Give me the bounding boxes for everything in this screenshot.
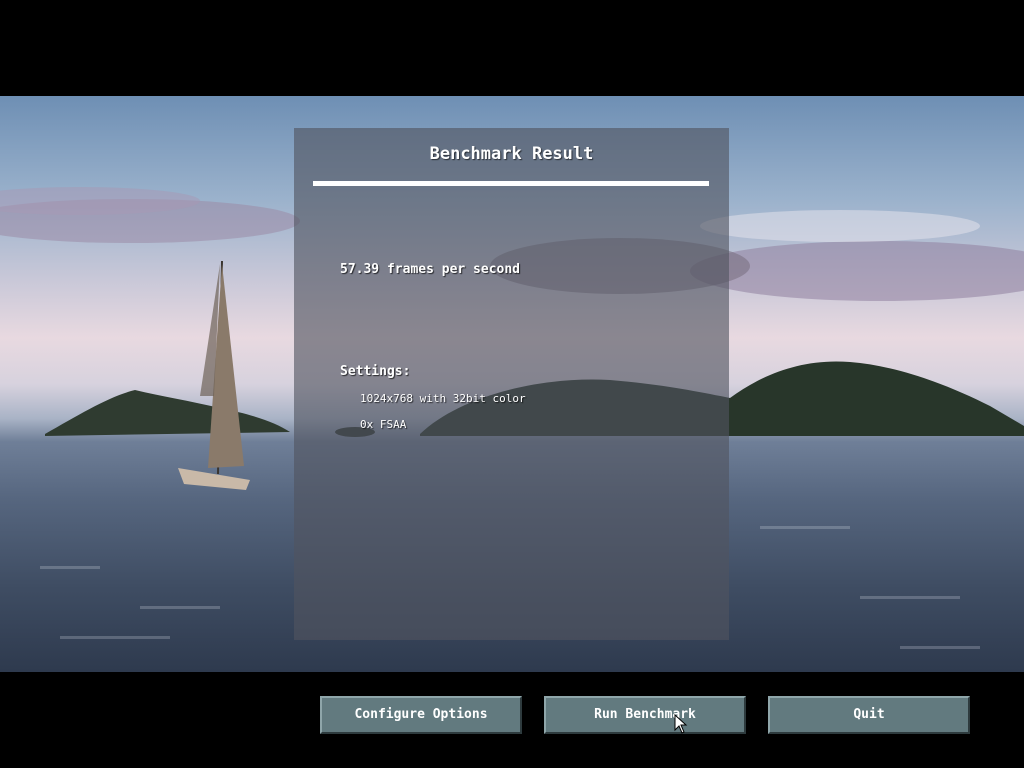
benchmark-result-panel: Benchmark Result 57.39 frames per second… <box>294 128 729 640</box>
panel-title: Benchmark Result <box>429 144 594 164</box>
benchmark-screen: Benchmark Result 57.39 frames per second… <box>0 0 1024 768</box>
mouse-pointer-icon <box>674 714 688 734</box>
setting-resolution: 1024x768 with 32bit color <box>360 392 526 405</box>
settings-label: Settings: <box>340 364 411 379</box>
sailboat <box>178 260 250 490</box>
configure-options-button[interactable]: Configure Options <box>320 696 522 734</box>
fps-result: 57.39 frames per second <box>340 262 521 277</box>
title-divider <box>313 181 709 186</box>
quit-button[interactable]: Quit <box>768 696 970 734</box>
setting-fsaa: 0x FSAA <box>360 418 407 431</box>
run-benchmark-button[interactable]: Run Benchmark <box>544 696 746 734</box>
